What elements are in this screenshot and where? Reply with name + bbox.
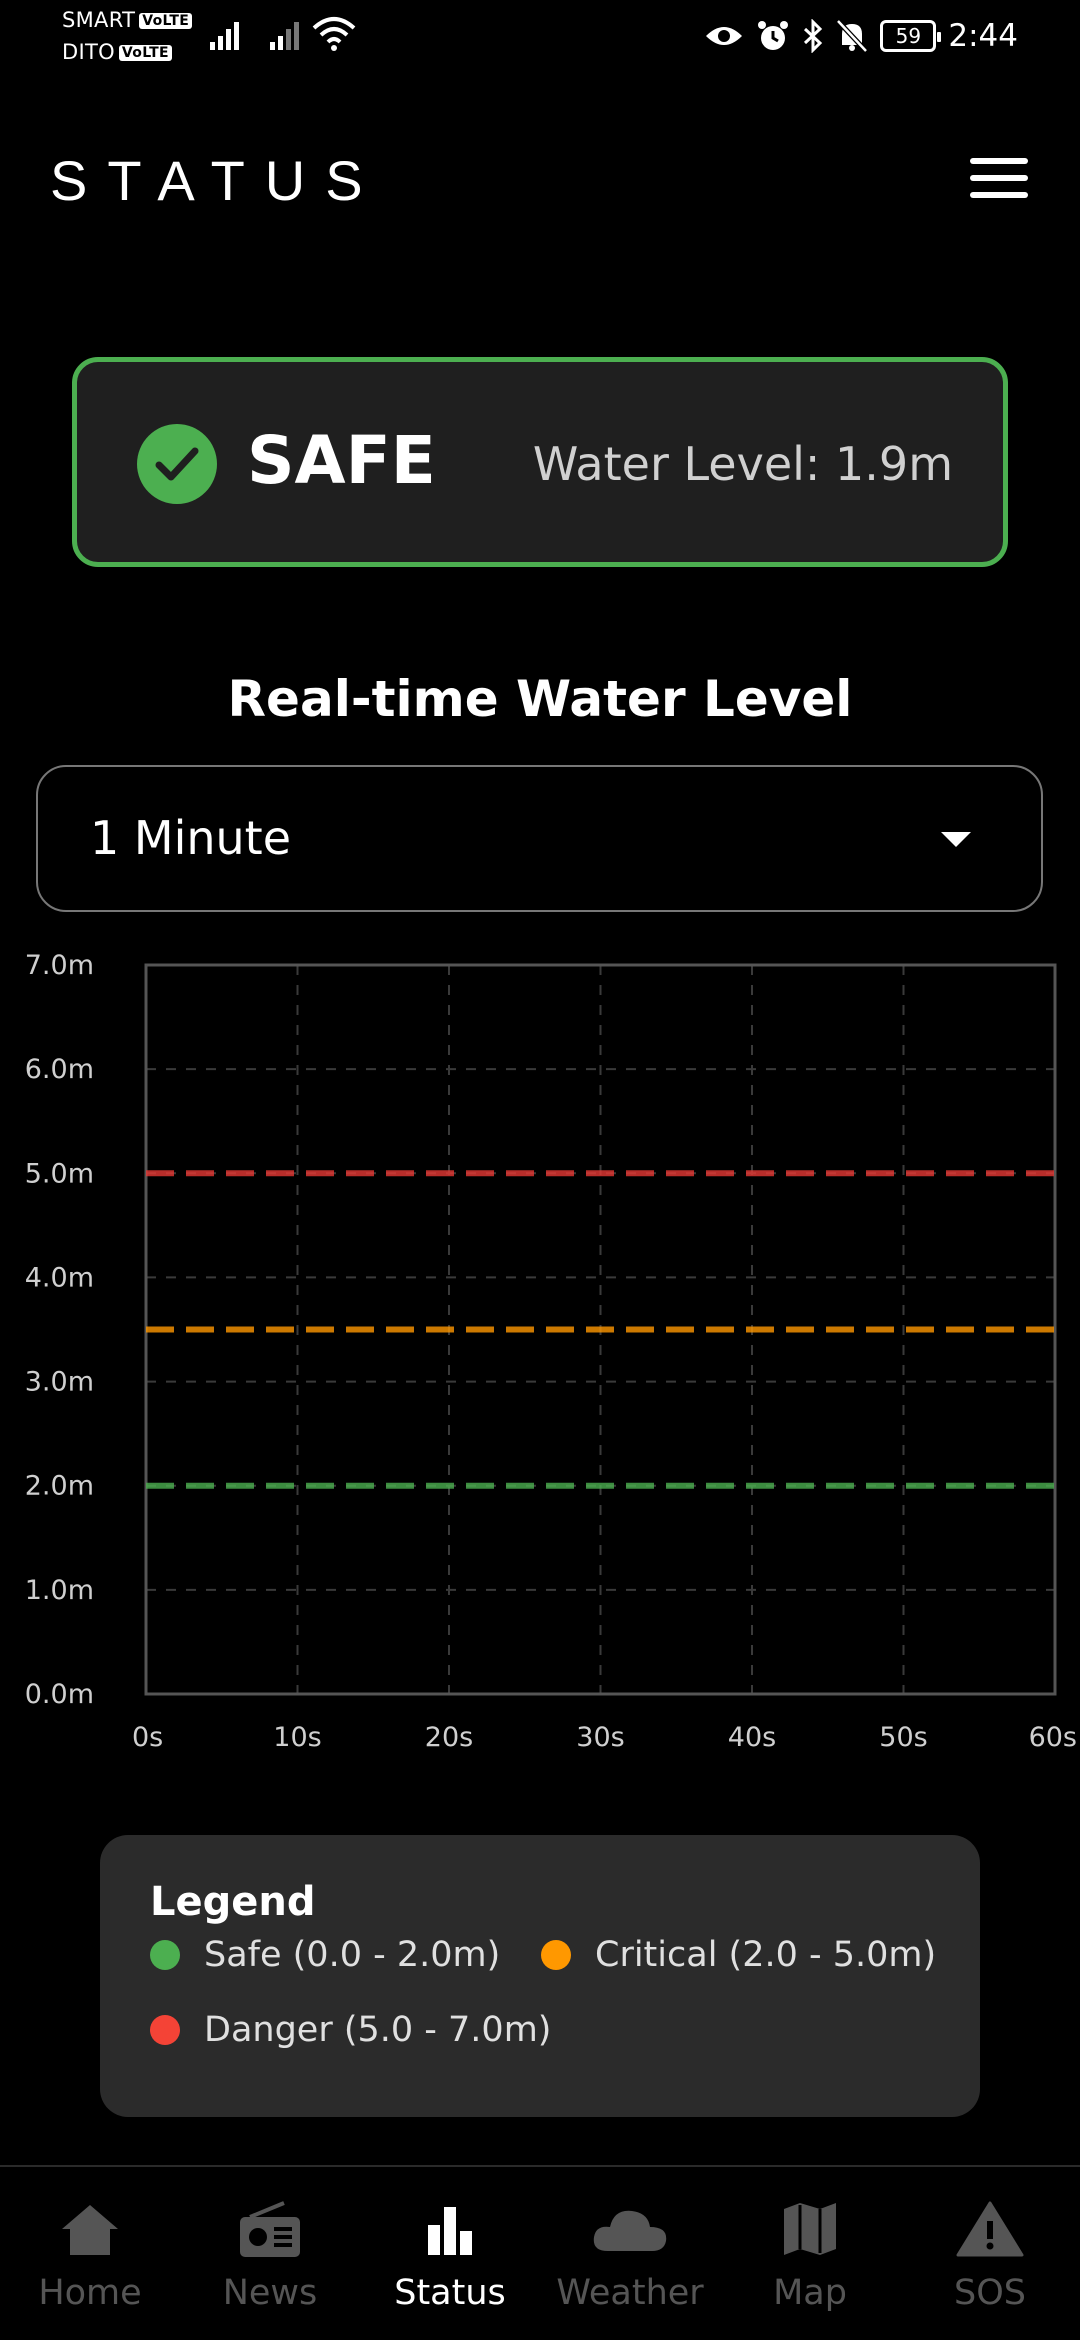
- status-icons: 59 2:44: [704, 14, 1018, 58]
- radio-icon: [238, 2197, 302, 2261]
- legend-label: Danger (5.0 - 7.0m): [204, 2010, 552, 2050]
- water-level-chart: 0.0m 1.0m 2.0m 3.0m 4.0m 5.0m 6.0m 7.0m 0s 10s 20s…: [25, 950, 1077, 1753]
- chevron-down-icon: [941, 832, 971, 847]
- home-icon: [58, 2197, 122, 2261]
- nav-home[interactable]: Home: [0, 2197, 180, 2313]
- danger-dot-icon: [150, 2015, 180, 2045]
- nav-label: SOS: [954, 2273, 1026, 2313]
- legend-item-danger: Danger (5.0 - 7.0m): [150, 2010, 551, 2050]
- warning-icon: [956, 2197, 1024, 2261]
- legend-item-critical: Critical (2.0 - 5.0m): [541, 1935, 936, 1975]
- volte-badge: VoLTE: [118, 45, 172, 61]
- alarm-icon: [758, 21, 789, 50]
- menu-line: [970, 158, 1028, 164]
- y-tick-label: 7.0m: [25, 950, 94, 981]
- clock: 2:44: [948, 18, 1018, 54]
- nav-weather[interactable]: Weather: [540, 2197, 720, 2313]
- carrier-1-name: SMART: [62, 8, 136, 32]
- carrier-2: DITO VoLTE: [62, 40, 172, 64]
- y-tick-label: 3.0m: [25, 1367, 94, 1398]
- muted-bell-icon: [836, 19, 869, 53]
- bluetooth-icon: [804, 19, 823, 53]
- cloud-icon: [590, 2197, 670, 2261]
- x-tick-label: 10s: [273, 1722, 321, 1753]
- bottom-navigation: Home News Status Weather Map SOS: [0, 2165, 1080, 2340]
- nav-label: Map: [773, 2273, 847, 2313]
- page-title: STATUS: [50, 149, 383, 212]
- check-circle-icon: [137, 424, 217, 504]
- legend-label: Critical (2.0 - 5.0m): [595, 1935, 937, 1975]
- chart-section-title: Real-time Water Level: [227, 670, 853, 728]
- carrier-2-name: DITO: [62, 40, 115, 64]
- y-tick-label: 1.0m: [25, 1575, 94, 1606]
- nav-status[interactable]: Status: [360, 2197, 540, 2313]
- legend-title: Legend: [150, 1879, 316, 1925]
- wifi-icon: [312, 17, 356, 51]
- battery-indicator: 59: [880, 20, 942, 52]
- carrier-1: SMART VoLTE: [62, 8, 193, 32]
- eye-icon: [706, 27, 743, 45]
- legend-panel: Legend Safe (0.0 - 2.0m) Critical (2.0 -…: [100, 1835, 980, 2117]
- safe-dot-icon: [150, 1940, 180, 1970]
- time-range-dropdown[interactable]: 1 Minute: [36, 765, 1043, 912]
- x-tick-label: 60s: [1029, 1722, 1077, 1753]
- y-tick-label: 2.0m: [25, 1471, 94, 1502]
- nav-map[interactable]: Map: [720, 2197, 900, 2313]
- signal-icon: [210, 22, 239, 50]
- hamburger-menu-button[interactable]: [970, 158, 1028, 198]
- water-level-readout: Water Level: 1.9m: [532, 437, 953, 491]
- x-tick-label: 20s: [425, 1722, 473, 1753]
- signal-icon: [270, 22, 299, 50]
- legend-label: Safe (0.0 - 2.0m): [204, 1935, 501, 1975]
- nav-label: Weather: [556, 2273, 704, 2313]
- status-label: SAFE: [247, 422, 436, 499]
- y-tick-label: 5.0m: [25, 1158, 94, 1189]
- map-icon: [778, 2197, 842, 2261]
- critical-dot-icon: [541, 1940, 571, 1970]
- x-tick-label: 0s: [132, 1722, 163, 1753]
- nav-news[interactable]: News: [180, 2197, 360, 2313]
- menu-line: [970, 175, 1028, 181]
- bar-chart-icon: [418, 2197, 482, 2261]
- menu-line: [970, 192, 1028, 198]
- y-tick-label: 6.0m: [25, 1054, 94, 1085]
- y-tick-label: 4.0m: [25, 1262, 94, 1293]
- x-tick-label: 40s: [728, 1722, 776, 1753]
- system-status-bar: SMART VoLTE DITO VoLTE 59 2:44: [0, 0, 1080, 70]
- y-tick-label: 0.0m: [25, 1679, 94, 1710]
- x-tick-label: 30s: [576, 1722, 624, 1753]
- legend-item-safe: Safe (0.0 - 2.0m): [150, 1935, 500, 1975]
- x-tick-label: 50s: [879, 1722, 927, 1753]
- nav-label: News: [222, 2273, 318, 2313]
- nav-label: Status: [394, 2273, 506, 2313]
- status-card: SAFE Water Level: 1.9m: [72, 357, 1008, 567]
- nav-label: Home: [38, 2273, 142, 2313]
- volte-badge: VoLTE: [139, 13, 193, 29]
- time-range-selected: 1 Minute: [90, 811, 292, 865]
- nav-sos[interactable]: SOS: [900, 2197, 1080, 2313]
